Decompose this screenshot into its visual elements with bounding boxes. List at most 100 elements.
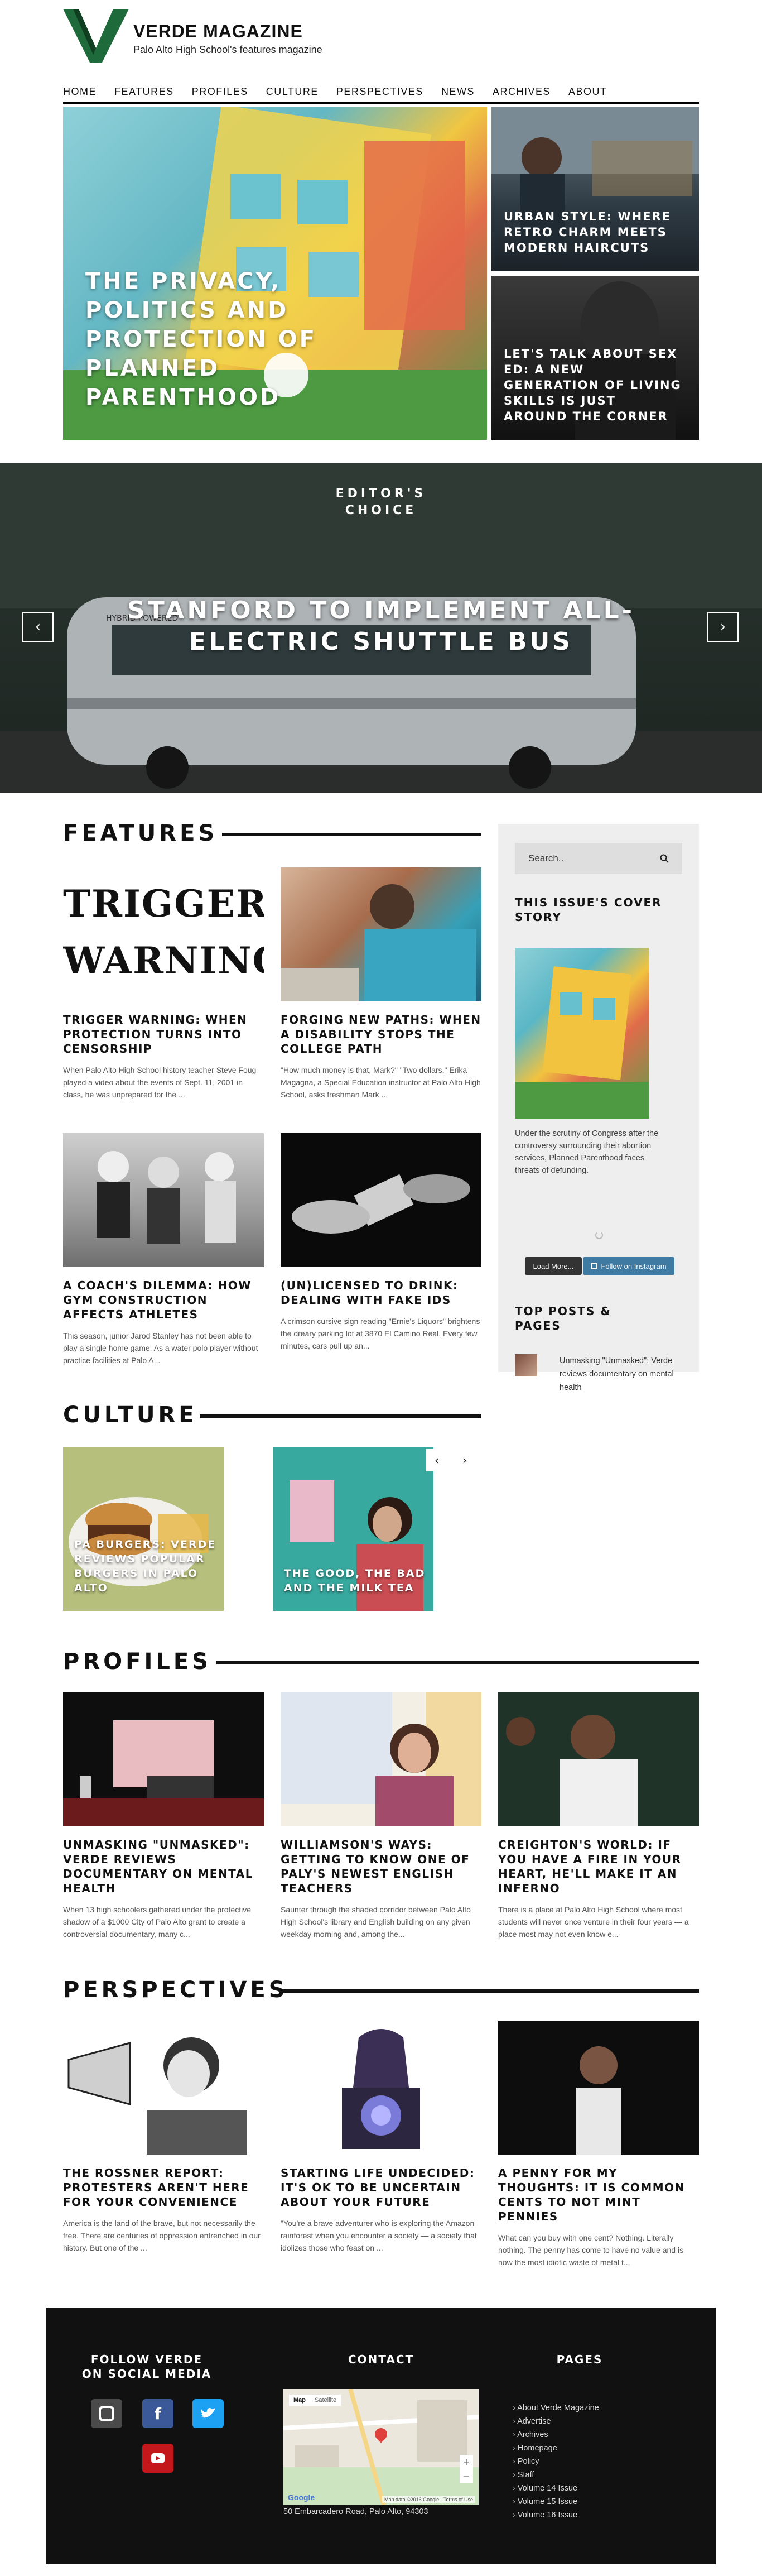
feature-card-excerpt: A crimson cursive sign reading "Ernie's …	[281, 1317, 480, 1350]
zoom-out-icon[interactable]: −	[462, 2471, 470, 2481]
feature-card-title[interactable]: TRIGGER WARNING: WHEN PROTECTION TURNS I…	[63, 1013, 264, 1056]
top-post-link[interactable]: Unmasking "Unmasked": Verde reviews docu…	[560, 1354, 688, 1394]
instagram-icon	[591, 1263, 598, 1269]
map-tab-satellite[interactable]: Satellite	[310, 2395, 341, 2406]
profile-card[interactable]: UNMASKING "UNMASKED": VERDE REVIEWS DOCU…	[63, 1692, 264, 1940]
map-footer-text: Map data ©2016 Google · Terms of Use	[382, 2496, 475, 2503]
nav-about[interactable]: ABOUT	[568, 86, 607, 98]
nav-features[interactable]: FEATURES	[114, 86, 174, 98]
feature-card[interactable]: FORGING NEW PATHS: WHEN A DISABILITY STO…	[281, 867, 481, 1101]
undecided-image	[281, 2021, 481, 2155]
feature-card-title[interactable]: FORGING NEW PATHS: WHEN A DISABILITY STO…	[281, 1013, 481, 1056]
author-portrait-photo	[576, 2046, 621, 2155]
creighton-portrait-photo	[498, 1692, 699, 1826]
footer-page-link[interactable]: Volume 15 Issue	[513, 2495, 599, 2508]
trigger-warning-image: TRIGGER WARNING	[63, 867, 264, 1001]
feature-card-excerpt: "How much money is that, Mark?" "Two dol…	[281, 1066, 481, 1099]
footer-page-link[interactable]: Volume 14 Issue	[513, 2482, 599, 2495]
hero-side-story-2[interactable]: LET'S TALK ABOUT SEX ED: A NEW GENERATIO…	[491, 276, 699, 440]
perspective-card-excerpt: America is the land of the brave, but no…	[63, 2219, 261, 2252]
follow-social-heading: FOLLOW VERDE ON SOCIAL MEDIA	[81, 2353, 212, 2381]
culture-slide[interactable]: PA BURGERS: VERDE REVIEWS POPULAR BURGER…	[63, 1447, 224, 1611]
profile-card-excerpt: There is a place at Palo Alto High Schoo…	[498, 1905, 689, 1939]
features-divider	[222, 833, 481, 836]
zoom-in-icon[interactable]: +	[462, 2457, 470, 2467]
feature-card-title[interactable]: (UN)LICENSED TO DRINK: DEALING WITH FAKE…	[281, 1278, 481, 1307]
map-type-control[interactable]: Map Satellite	[289, 2395, 341, 2406]
perspective-card-title[interactable]: THE ROSSNER REPORT: PROTESTERS AREN'T HE…	[63, 2166, 264, 2209]
contact-map[interactable]: Map Satellite + − Google Map data ©2016 …	[283, 2389, 479, 2505]
site-footer: FOLLOW VERDE ON SOCIAL MEDIA CONTACT PAG…	[46, 2308, 716, 2564]
slider-next-arrow-icon[interactable]: ›	[707, 612, 739, 642]
perspective-card[interactable]: A PENNY FOR MY THOUGHTS: IT IS COMMON CE…	[498, 2021, 699, 2268]
id-card-photo	[292, 1174, 470, 1234]
football-photo	[97, 1151, 236, 1244]
profile-card-excerpt: When 13 high schoolers gathered under th…	[63, 1905, 251, 1939]
megaphone-illustration	[67, 2037, 247, 2155]
nav-home[interactable]: HOME	[63, 86, 97, 98]
penny-image	[498, 2021, 699, 2155]
editors-choice-headline[interactable]: STANFORD TO IMPLEMENT ALL-ELECTRIC SHUTT…	[112, 595, 650, 658]
profile-card-title[interactable]: CREIGHTON'S WORLD: IF YOU HAVE A FIRE IN…	[498, 1838, 699, 1896]
footer-page-link[interactable]: Archives	[513, 2428, 599, 2441]
profile-card-title[interactable]: WILLIAMSON'S WAYS: GETTING TO KNOW ONE O…	[281, 1838, 481, 1896]
footer-page-link[interactable]: Volume 16 Issue	[513, 2508, 599, 2522]
feature-card[interactable]: A COACH'S DILEMMA: HOW GYM CONSTRUCTION …	[63, 1133, 264, 1366]
map-tab-map[interactable]: Map	[289, 2395, 310, 2406]
hero-side-story-1[interactable]: URBAN STYLE: WHERE RETRO CHARM MEETS MOD…	[491, 107, 699, 271]
trigger-warning-image-text-2: WARNING	[63, 939, 264, 982]
cover-story-image[interactable]	[515, 948, 649, 1119]
site-tagline: Palo Alto High School's features magazin…	[133, 44, 322, 55]
footer-pages-list: About Verde Magazine Advertise Archives …	[513, 2401, 599, 2522]
nav-archives[interactable]: ARCHIVES	[493, 86, 551, 98]
search-icon[interactable]	[660, 854, 669, 863]
cover-story-caption: Under the scrutiny of Congress after the…	[515, 1129, 659, 1175]
culture-heading: CULTURE	[63, 1402, 197, 1428]
footer-page-link[interactable]: Policy	[513, 2455, 599, 2468]
nav-news[interactable]: NEWS	[441, 86, 475, 98]
footer-page-link[interactable]: Advertise	[513, 2415, 599, 2428]
instagram-loading-icon	[595, 1231, 603, 1239]
perspective-card-title[interactable]: STARTING LIFE UNDECIDED: IT'S OK TO BE U…	[281, 2166, 481, 2209]
perspective-card[interactable]: THE ROSSNER REPORT: PROTESTERS AREN'T HE…	[63, 2021, 264, 2254]
profile-card[interactable]: WILLIAMSON'S WAYS: GETTING TO KNOW ONE O…	[281, 1692, 481, 1940]
footer-page-link[interactable]: About Verde Magazine	[513, 2401, 599, 2415]
nav-culture[interactable]: CULTURE	[266, 86, 319, 98]
map-zoom-control[interactable]: + −	[460, 2455, 473, 2483]
slider-prev-arrow-icon[interactable]: ‹	[22, 612, 54, 642]
feature-card[interactable]: (UN)LICENSED TO DRINK: DEALING WITH FAKE…	[281, 1133, 481, 1352]
cover-illustration	[515, 966, 649, 1119]
youtube-icon[interactable]	[142, 2444, 173, 2473]
football-image	[63, 1133, 264, 1267]
load-more-button[interactable]: Load More...	[525, 1257, 582, 1275]
editors-choice-label: EDITOR'S CHOICE	[0, 486, 762, 519]
nav-perspectives[interactable]: PERSPECTIVES	[336, 86, 423, 98]
hero-main-story[interactable]: THE PRIVACY, POLITICS AND PROTECTION OF …	[63, 107, 487, 440]
feature-card-excerpt: When Palo Alto High School history teach…	[63, 1066, 257, 1099]
culture-next-arrow-icon[interactable]: ›	[454, 1449, 476, 1471]
pages-heading: PAGES	[556, 2353, 603, 2366]
perspectives-divider	[281, 1989, 699, 1993]
nav-profiles[interactable]: PROFILES	[192, 86, 248, 98]
follow-instagram-button[interactable]: Follow on Instagram	[583, 1257, 674, 1275]
footer-page-link[interactable]: Homepage	[513, 2441, 599, 2455]
perspective-card-title[interactable]: A PENNY FOR MY THOUGHTS: IT IS COMMON CE…	[498, 2166, 699, 2224]
instagram-icon[interactable]	[91, 2399, 122, 2428]
contact-heading: CONTACT	[348, 2353, 414, 2366]
footer-page-link[interactable]: Staff	[513, 2468, 599, 2482]
profile-card[interactable]: CREIGHTON'S WORLD: IF YOU HAVE A FIRE IN…	[498, 1692, 699, 1940]
search-input[interactable]: Search..	[515, 843, 682, 874]
top-post-item[interactable]: Unmasking "Unmasked": Verde reviews docu…	[515, 1354, 688, 1394]
profiles-divider	[216, 1661, 699, 1664]
profile-card-title[interactable]: UNMASKING "UNMASKED": VERDE REVIEWS DOCU…	[63, 1838, 264, 1896]
profile-card-excerpt: Saunter through the shaded corridor betw…	[281, 1905, 471, 1939]
twitter-icon[interactable]	[192, 2399, 224, 2428]
culture-slide[interactable]: THE GOOD, THE BAD AND THE MILK TEA	[273, 1447, 433, 1611]
feature-card[interactable]: TRIGGER WARNING TRIGGER WARNING: WHEN PR…	[63, 867, 264, 1101]
facebook-icon[interactable]: f	[142, 2399, 173, 2428]
feature-card-title[interactable]: A COACH'S DILEMMA: HOW GYM CONSTRUCTION …	[63, 1278, 264, 1322]
cover-story-heading: THIS ISSUE'S COVER STORY	[515, 896, 662, 924]
perspective-card[interactable]: STARTING LIFE UNDECIDED: IT'S OK TO BE U…	[281, 2021, 481, 2254]
site-logo[interactable]: VERDE MAGAZINE Palo Alto High School's f…	[63, 9, 322, 63]
culture-prev-arrow-icon[interactable]: ‹	[426, 1449, 448, 1471]
